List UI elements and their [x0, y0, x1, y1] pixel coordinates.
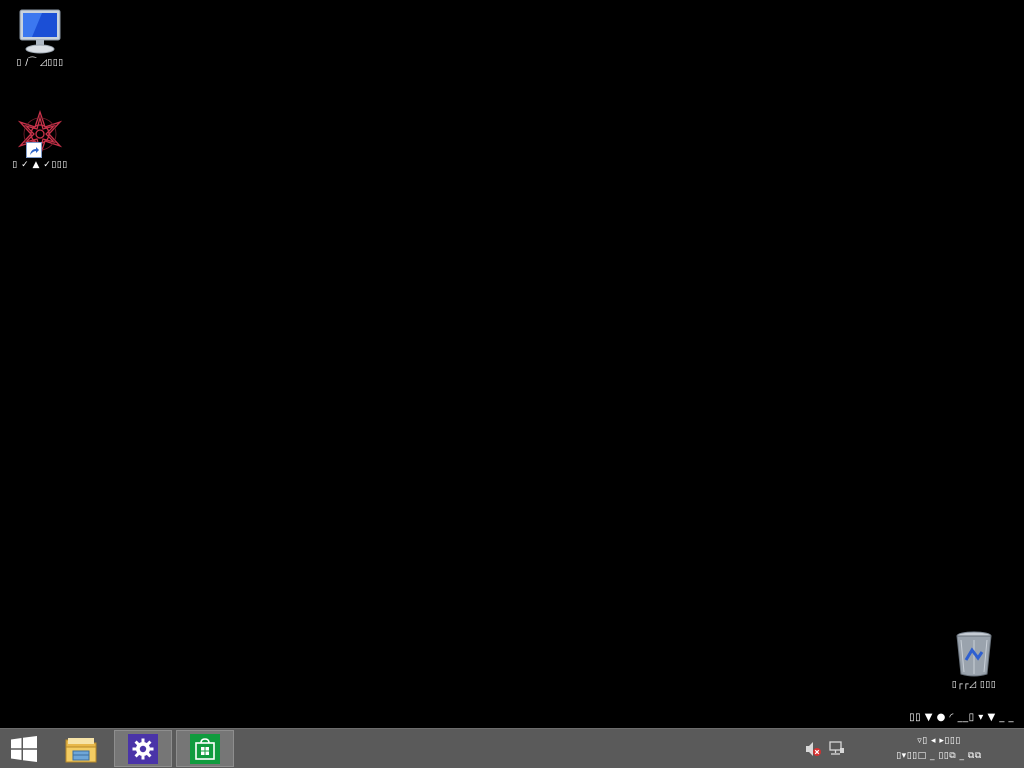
desktop-watermark: ▯▯ ▼ ● ◜ __▯ ▾ ▼ _ _: [814, 712, 1014, 723]
desktop-icon-label: ▯┌┌◿ ▯▯▯: [951, 680, 997, 690]
red-flower-icon: [14, 109, 66, 159]
desktop-icon-recycle-bin[interactable]: ▯┌┌◿ ▯▯▯: [936, 630, 1012, 691]
network-icon[interactable]: [828, 740, 846, 758]
shortcut-arrow-icon: [26, 142, 42, 158]
desktop-icon-label: ▯ ∕⁀ ◿▯▯▯: [16, 58, 64, 68]
folder-icon: [65, 737, 97, 762]
taskbar-clock[interactable]: ▿▯ ◂ ▸▯▯▯ ▯▾▯▯□ _ ▯▯⧉ _ ⧉⧉: [864, 734, 1014, 764]
start-button[interactable]: [0, 730, 48, 767]
computer-icon: [14, 8, 66, 56]
desktop-icon-computer[interactable]: ▯ ∕⁀ ◿▯▯▯: [2, 8, 78, 69]
watermark-line: ▯▯ ▼ ● ◜ __▯ ▾ ▼ _ _: [909, 712, 1014, 723]
taskbar: ▿▯ ◂ ▸▯▯▯ ▯▾▯▯□ _ ▯▯⧉ _ ⧉⧉: [0, 728, 1024, 768]
taskbar-file-explorer-button[interactable]: [52, 730, 110, 767]
taskbar-settings-button[interactable]: [114, 730, 172, 767]
windows-logo-icon: [11, 735, 37, 762]
store-bag-icon: [190, 733, 220, 764]
desktop[interactable]: ▯ ∕⁀ ◿▯▯▯ ▯ ✓ ▲ ✓▯▯▯ ▯┌┌◿ ▯▯▯ ▯▯ ▼ ● ◜ _…: [0, 0, 1024, 728]
gear-icon: [128, 733, 158, 764]
taskbar-store-button[interactable]: [176, 730, 234, 767]
desktop-icon-label: ▯ ✓ ▲ ✓▯▯▯: [12, 160, 68, 170]
clock-time: ▿▯ ◂ ▸▯▯▯: [917, 736, 961, 746]
system-tray: ▿▯ ◂ ▸▯▯▯ ▯▾▯▯□ _ ▯▯⧉ _ ⧉⧉: [804, 729, 1024, 768]
clock-date: ▯▾▯▯□ _ ▯▯⧉ _ ⧉⧉: [896, 751, 982, 761]
recycle-bin-icon: [948, 630, 1000, 678]
speaker-muted-icon[interactable]: [804, 740, 822, 758]
desktop-icon-app-shortcut[interactable]: ▯ ✓ ▲ ✓▯▯▯: [2, 109, 78, 171]
